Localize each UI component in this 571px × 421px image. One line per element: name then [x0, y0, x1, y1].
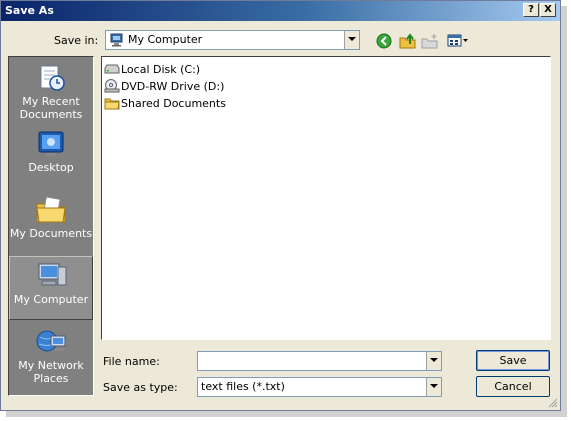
file-name: Shared Documents — [121, 97, 226, 110]
place-label: Desktop — [28, 161, 74, 174]
place-my-computer[interactable]: My Computer — [9, 256, 93, 320]
place-label: My Computer — [13, 293, 89, 306]
chevron-down-icon[interactable] — [426, 378, 441, 396]
chevron-down-icon[interactable] — [344, 31, 359, 49]
new-folder-icon[interactable] — [421, 33, 439, 52]
place-my-network-places[interactable]: My Network Places — [9, 323, 93, 387]
save-as-type-value: text files (*.txt) — [201, 380, 285, 393]
resize-grip-icon[interactable] — [546, 396, 558, 408]
window-title: Save As — [5, 4, 54, 17]
save-in-dropdown[interactable]: My Computer — [105, 30, 360, 50]
file-name: DVD-RW Drive (D:) — [121, 80, 225, 93]
help-button[interactable]: ? — [523, 3, 539, 17]
place-desktop[interactable]: Desktop — [9, 125, 93, 189]
place-label: My Recent Documents — [19, 95, 83, 121]
place-label: My Documents — [9, 227, 93, 240]
file-name-label: File name: — [103, 355, 160, 368]
my-computer-small-icon — [109, 33, 125, 47]
file-list[interactable]: Local Disk (C:) DVD-RW Drive (D:) Shared… — [101, 56, 551, 340]
save-button[interactable]: Save — [476, 350, 550, 371]
local-disk-icon — [104, 62, 120, 76]
save-in-value: My Computer — [128, 33, 203, 46]
save-as-type-label: Save as type: — [103, 381, 178, 394]
desktop-icon — [35, 129, 67, 159]
close-button[interactable]: X — [540, 3, 556, 17]
place-my-documents[interactable]: My Documents — [9, 191, 93, 255]
views-menu-icon[interactable] — [447, 33, 469, 52]
places-bar: My Recent Documents Desktop My Documents… — [8, 56, 94, 396]
recent-documents-icon — [35, 63, 67, 93]
my-computer-icon — [36, 261, 68, 291]
save-as-dialog: Save As ? X Save in: My Computer My Rece… — [0, 0, 561, 411]
title-bar[interactable]: Save As ? X — [1, 1, 560, 21]
file-name: Local Disk (C:) — [121, 63, 201, 76]
place-label: My Network Places — [18, 359, 84, 385]
folder-icon — [104, 96, 120, 110]
up-folder-icon[interactable] — [399, 33, 417, 52]
cancel-button[interactable]: Cancel — [476, 376, 550, 397]
my-documents-icon — [35, 195, 67, 225]
save-as-type-dropdown[interactable]: text files (*.txt) — [197, 377, 442, 397]
file-name-input[interactable] — [197, 351, 442, 371]
place-my-recent-documents[interactable]: My Recent Documents — [9, 59, 93, 123]
chevron-down-icon[interactable] — [426, 352, 441, 370]
dvd-drive-icon — [104, 79, 120, 93]
save-in-label: Save in: — [54, 34, 99, 47]
network-places-icon — [35, 327, 67, 357]
back-icon[interactable] — [376, 33, 392, 52]
